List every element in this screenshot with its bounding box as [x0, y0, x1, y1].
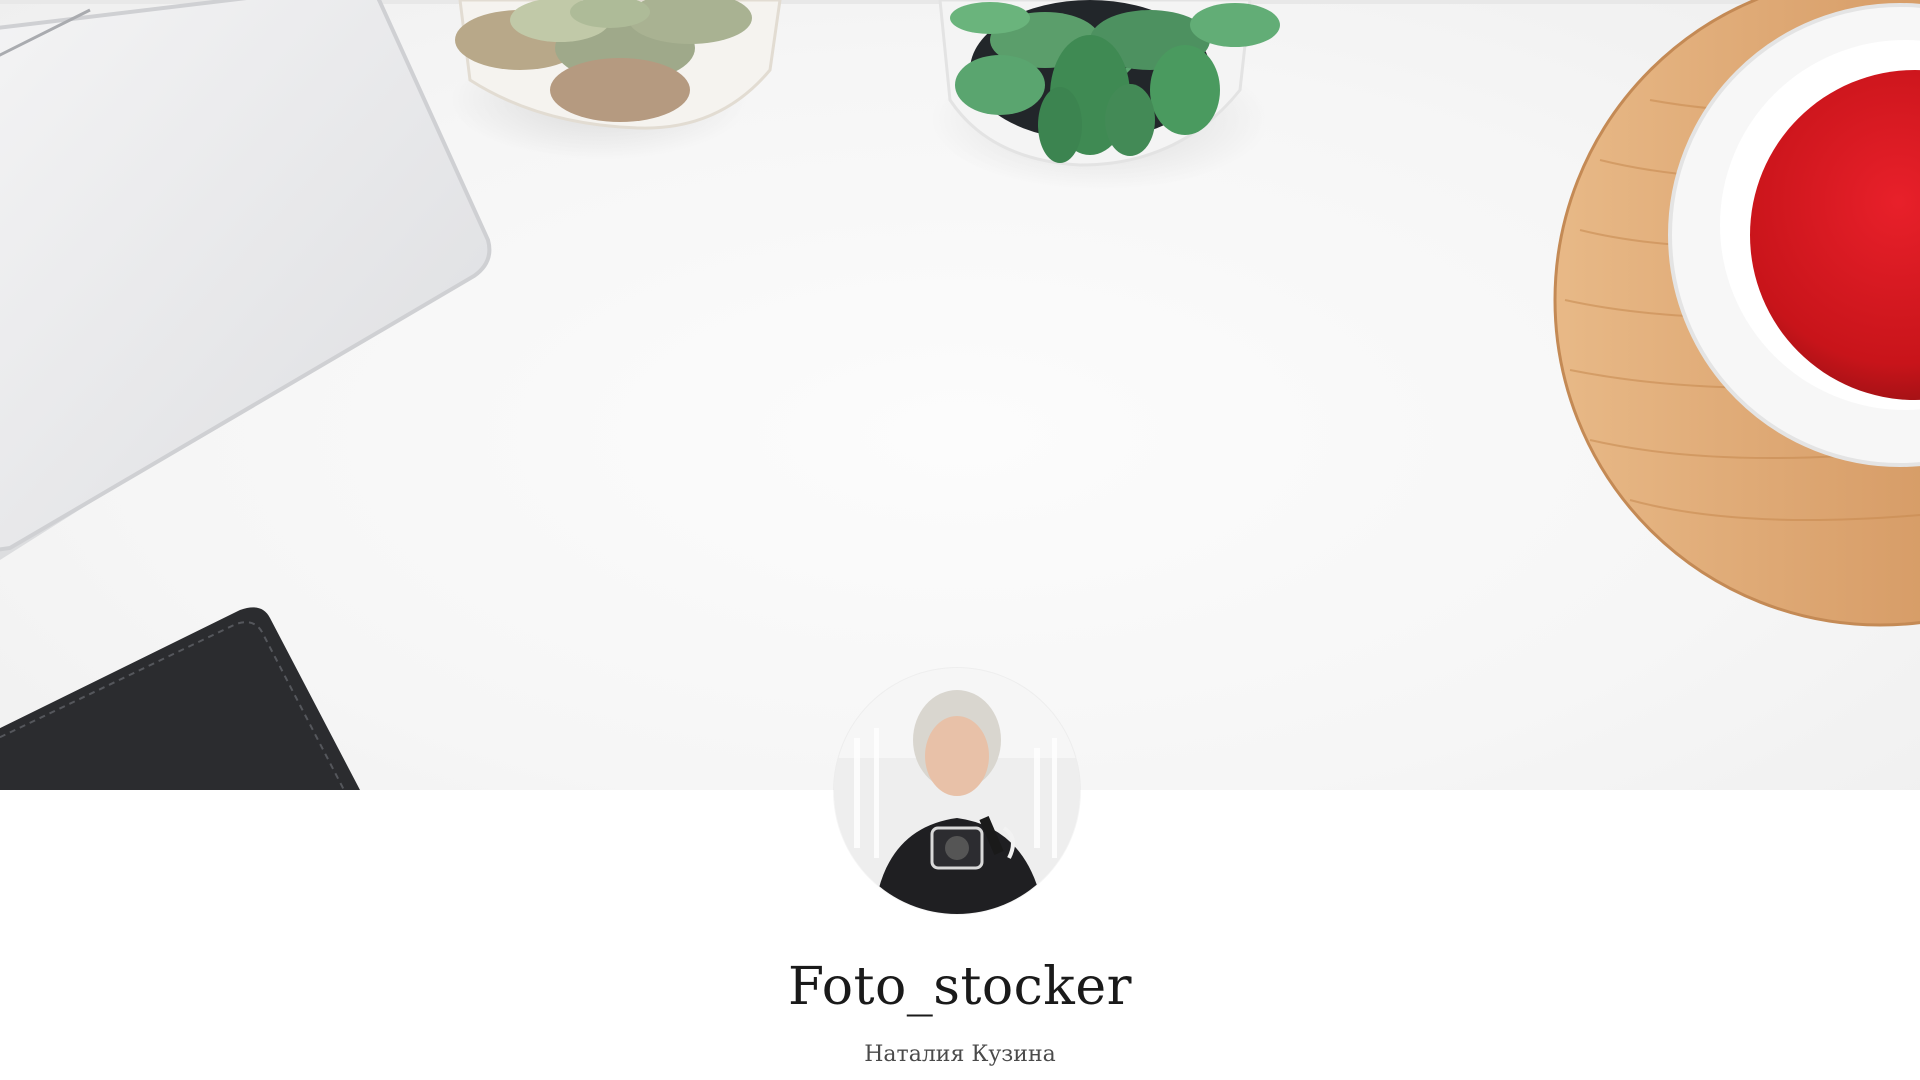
profile-full-name: Наталия Кузина	[864, 1042, 1056, 1067]
tea-set	[1553, 0, 1920, 627]
profile-username: Foto_stocker	[788, 957, 1132, 1017]
laptop	[0, 0, 492, 560]
avatar-photo	[834, 668, 1080, 914]
profile-page: Foto_stocker Наталия Кузина	[0, 0, 1920, 1080]
notebook	[0, 607, 360, 790]
succulent-pot-left	[450, 0, 782, 160]
profile-avatar[interactable]	[834, 668, 1080, 914]
succulent-pot-center	[930, 0, 1280, 190]
